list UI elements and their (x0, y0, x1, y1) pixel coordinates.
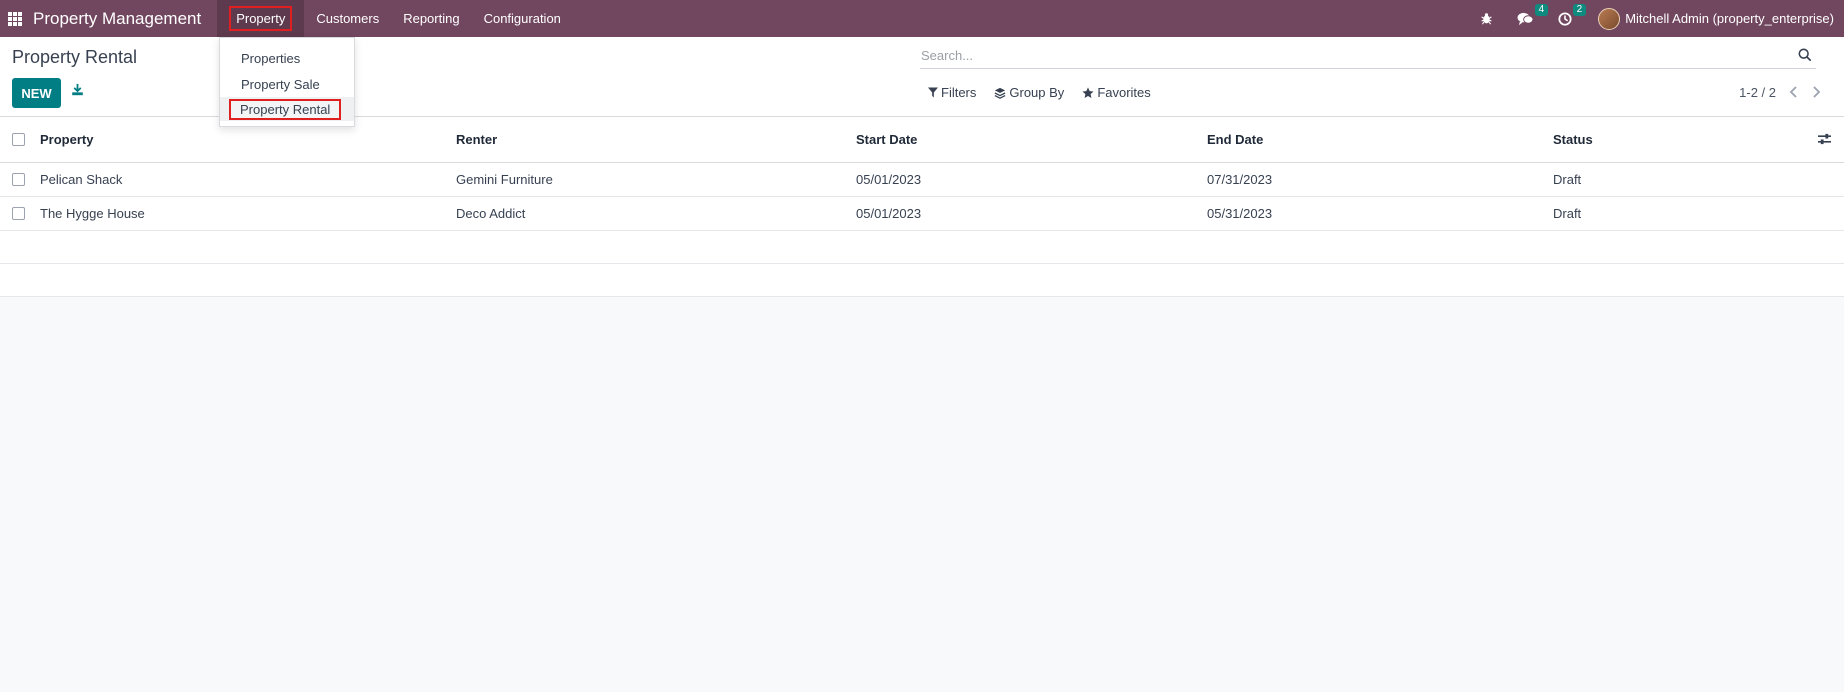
header-property[interactable]: Property (40, 132, 93, 147)
layers-icon (994, 87, 1006, 99)
row-checkbox[interactable] (12, 173, 25, 186)
favorites-label: Favorites (1097, 85, 1151, 100)
empty-row (0, 231, 1844, 264)
debug-bug-icon[interactable] (1480, 12, 1493, 25)
cell-property: Pelican Shack (40, 172, 123, 187)
property-dropdown-menu: Properties Property Sale Property Rental (219, 37, 355, 127)
header-status[interactable]: Status (1553, 132, 1593, 147)
empty-row (0, 264, 1844, 297)
cell-end-date: 05/31/2023 (1207, 206, 1273, 221)
cell-status: Draft (1553, 206, 1582, 221)
user-name[interactable]: Mitchell Admin (property_enterprise) (1625, 11, 1834, 26)
dropdown-item-property-rental[interactable]: Property Rental (220, 97, 354, 121)
menu-customers[interactable]: Customers (304, 0, 391, 37)
top-navbar: Property Management Property Customers R… (0, 0, 1844, 37)
search-icon[interactable] (1798, 48, 1812, 65)
header-start-date[interactable]: Start Date (856, 132, 917, 147)
messages-badge: 4 (1534, 3, 1549, 16)
main-menu: Property Customers Reporting Configurati… (217, 0, 573, 37)
dropdown-item-property-rental-label: Property Rental (229, 98, 342, 120)
menu-property[interactable]: Property (217, 0, 305, 37)
column-settings-icon[interactable] (1818, 133, 1831, 148)
filters-button[interactable]: Filters (928, 85, 976, 100)
search-options: Filters Group By Favorites (928, 85, 1169, 100)
cell-property: The Hygge House (40, 206, 145, 221)
cell-status: Draft (1553, 172, 1582, 187)
groupby-label: Group By (1009, 85, 1065, 100)
search-bar (920, 43, 1816, 69)
menu-reporting[interactable]: Reporting (391, 0, 471, 37)
rental-list-table: Property Renter Start Date End Date Stat… (0, 117, 1844, 297)
table-row[interactable]: The Hygge House Deco Addict 05/01/2023 0… (0, 197, 1844, 231)
apps-grid-icon[interactable] (8, 11, 22, 26)
user-avatar[interactable] (1598, 7, 1621, 30)
menu-configuration[interactable]: Configuration (472, 0, 573, 37)
filters-label: Filters (941, 85, 977, 100)
favorites-button[interactable]: Favorites (1082, 85, 1151, 100)
cell-start-date: 05/01/2023 (856, 206, 922, 221)
filter-funnel-icon (928, 87, 938, 98)
table-row[interactable]: Pelican Shack Gemini Furniture 05/01/202… (0, 163, 1844, 197)
app-brand[interactable]: Property Management (33, 9, 201, 29)
cell-renter: Deco Addict (456, 206, 526, 221)
download-icon[interactable] (71, 83, 84, 99)
cell-end-date: 07/31/2023 (1207, 172, 1273, 187)
groupby-button[interactable]: Group By (994, 85, 1064, 100)
select-all-checkbox[interactable] (12, 133, 25, 146)
row-checkbox[interactable] (12, 207, 25, 220)
dropdown-item-property-sale[interactable]: Property Sale (220, 72, 354, 96)
cell-start-date: 05/01/2023 (856, 172, 922, 187)
header-end-date[interactable]: End Date (1207, 132, 1263, 147)
dropdown-item-properties[interactable]: Properties (220, 46, 354, 70)
chevron-left-icon[interactable] (1789, 86, 1799, 101)
activities-badge: 2 (1572, 3, 1587, 16)
chevron-right-icon[interactable] (1811, 86, 1821, 101)
new-button[interactable]: NEW (12, 78, 61, 108)
activities-clock-icon[interactable]: 2 (1558, 3, 1587, 26)
navbar-systray: 4 2 Mitchell Admin (property_enterprise) (1468, 0, 1844, 37)
star-icon (1082, 86, 1094, 98)
pager-value[interactable]: 1-2 / 2 (1739, 85, 1776, 100)
menu-property-label: Property (229, 6, 293, 31)
search-input[interactable] (920, 48, 1780, 63)
header-renter[interactable]: Renter (456, 132, 497, 147)
messages-icon[interactable]: 4 (1517, 3, 1549, 26)
cell-renter: Gemini Furniture (456, 172, 553, 187)
page-title[interactable]: Property Rental (12, 47, 137, 68)
